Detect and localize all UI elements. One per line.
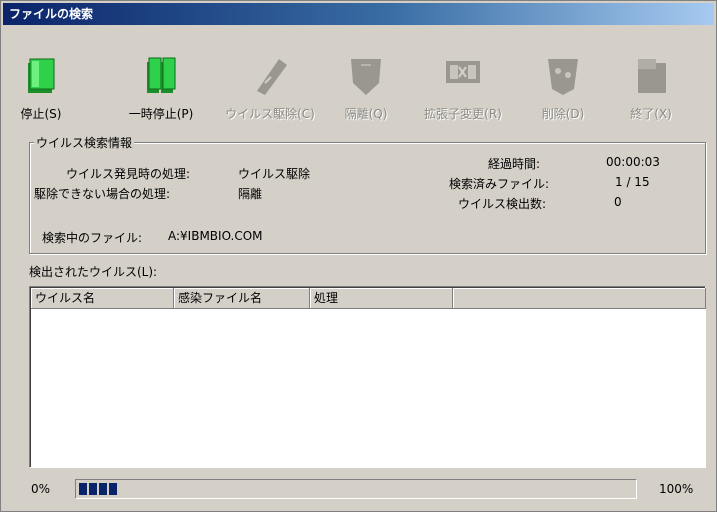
- pause-button[interactable]: 一時停止(P): [113, 53, 209, 129]
- stop-button[interactable]: 停止(S): [11, 53, 71, 129]
- delete-icon: [544, 53, 582, 97]
- delete-button-label: 削除(D): [541, 107, 585, 121]
- column-header-action[interactable]: 処理: [310, 288, 453, 309]
- quarantine-button-label: 隔離(Q): [344, 107, 388, 121]
- progress-block: [109, 483, 117, 495]
- progress-row: 0% 100%: [29, 479, 709, 503]
- exit-icon: [632, 53, 670, 97]
- elapsed-value: 00:00:03: [606, 155, 660, 169]
- detected-value: 0: [614, 195, 622, 209]
- stop-button-label: 停止(S): [20, 107, 62, 121]
- column-header-infected-file[interactable]: 感染ファイル名: [174, 288, 310, 309]
- stop-icon: [22, 53, 60, 97]
- window-title: ファイルの検索: [9, 7, 94, 21]
- progress-max-label: 100%: [659, 482, 694, 496]
- exit-button[interactable]: 終了(X): [615, 53, 687, 129]
- title-bar[interactable]: ファイルの検索: [3, 3, 714, 25]
- clean-virus-icon: [251, 53, 289, 97]
- current-file-value: A:¥IBMBIO.COM: [168, 229, 263, 243]
- current-file-label: 検索中のファイル:: [42, 231, 143, 245]
- exit-button-label: 終了(X): [630, 107, 672, 121]
- detected-label: ウイルス検出数:: [458, 197, 547, 211]
- quarantine-button[interactable]: 隔離(Q): [333, 53, 399, 129]
- on-fail-value: 隔離: [238, 187, 263, 201]
- on-fail-label: 駆除できない場合の処理:: [34, 187, 171, 201]
- delete-button[interactable]: 削除(D): [529, 53, 597, 129]
- column-header-extra[interactable]: [453, 288, 706, 309]
- pause-button-label: 一時停止(P): [128, 107, 194, 121]
- progress-block: [99, 483, 107, 495]
- clean-virus-button[interactable]: ウイルス駆除(C): [219, 53, 321, 129]
- on-detect-value: ウイルス駆除: [238, 167, 311, 181]
- scan-window: ファイルの検索 停止(S) 一時停止(P) ウイルス駆除(C) 隔離(Q) 拡張…: [0, 0, 717, 512]
- scan-info-legend: ウイルス検索情報: [34, 134, 135, 151]
- rename-extension-button-label: 拡張子変更(R): [424, 107, 502, 121]
- progress-min-label: 0%: [31, 482, 51, 496]
- elapsed-label: 経過時間:: [488, 157, 541, 171]
- detected-list-label: 検出されたウイルス(L):: [29, 265, 158, 279]
- scanned-value: 1 / 15: [615, 175, 650, 189]
- pause-icon: [142, 53, 180, 97]
- quarantine-icon: [347, 53, 385, 97]
- rename-extension-icon: [444, 53, 482, 97]
- progress-block: [89, 483, 97, 495]
- column-header-virus-name[interactable]: ウイルス名: [31, 288, 174, 309]
- toolbar: 停止(S) 一時停止(P) ウイルス駆除(C) 隔離(Q) 拡張子変更(R) 削…: [11, 53, 711, 129]
- progress-block: [79, 483, 87, 495]
- scanned-label: 検索済みファイル:: [449, 177, 550, 191]
- detected-virus-list[interactable]: ウイルス名 感染ファイル名 処理: [29, 286, 706, 468]
- scan-info-group: ウイルス検索情報 ウイルス発見時の処理: ウイルス駆除 駆除できない場合の処理:…: [29, 134, 706, 254]
- on-detect-label: ウイルス発見時の処理:: [66, 167, 191, 181]
- scan-progress-bar: [75, 479, 637, 499]
- rename-extension-button[interactable]: 拡張子変更(R): [411, 53, 515, 129]
- clean-virus-button-label: ウイルス駆除(C): [225, 107, 315, 121]
- progress-fill: [79, 483, 117, 495]
